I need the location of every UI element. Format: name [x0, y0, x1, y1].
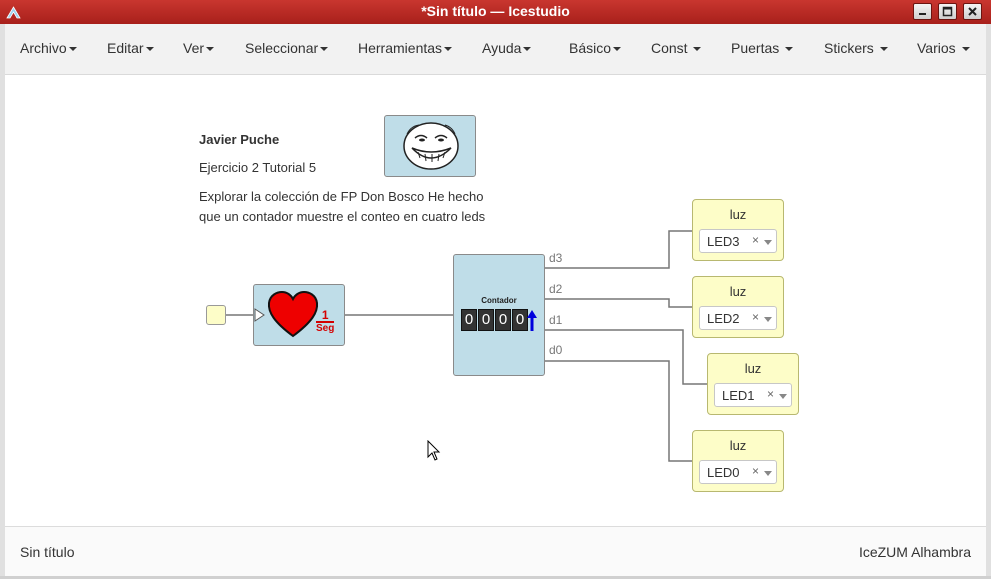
pin-select-value: LED2: [707, 311, 740, 326]
pin-select-value: LED3: [707, 234, 740, 249]
port-d2: d2: [549, 282, 563, 296]
status-board[interactable]: IceZUM Alhambra: [859, 544, 971, 560]
pin-select[interactable]: LED0 ×: [699, 460, 777, 484]
dropdown-arrow-icon: [779, 394, 787, 399]
status-bar: Sin título IceZUM Alhambra: [5, 526, 986, 577]
output-label: luz: [729, 438, 747, 453]
output-led2-block[interactable]: luz LED2 ×: [692, 276, 784, 338]
port-d0: d0: [549, 343, 563, 357]
pin-select[interactable]: LED3 ×: [699, 229, 777, 253]
dropdown-arrow-icon: [764, 240, 772, 245]
note-subtitle: Ejercicio 2 Tutorial 5: [199, 160, 317, 175]
wire-d0: [545, 360, 693, 462]
port-d1: d1: [549, 313, 563, 327]
note-author: Javier Puche: [199, 132, 280, 147]
pin-select[interactable]: LED2 ×: [699, 306, 777, 330]
heartbeat-rate: 1 Seg: [316, 309, 335, 335]
clear-icon[interactable]: ×: [767, 387, 774, 401]
mouse-cursor-icon: [427, 440, 441, 461]
wire-d3: [545, 230, 693, 269]
input-pin[interactable]: [206, 305, 226, 325]
output-label: luz: [729, 207, 747, 222]
dropdown-arrow-icon: [764, 471, 772, 476]
dropdown-arrow-icon: [764, 317, 772, 322]
counter-digit: 0: [495, 309, 511, 331]
troll-face-icon: [403, 122, 459, 170]
output-label: luz: [744, 361, 762, 376]
wire-d1: [545, 329, 708, 385]
heartbeat-block[interactable]: 1 Seg: [253, 284, 345, 346]
arrow-up-icon: [527, 310, 537, 331]
fraction-denominator: Seg: [316, 323, 335, 334]
clear-icon[interactable]: ×: [752, 464, 759, 478]
port-d3: d3: [549, 251, 563, 265]
pin-select-value: LED0: [707, 465, 740, 480]
counter-block[interactable]: Contador 0000: [453, 254, 545, 376]
output-led0-block[interactable]: luz LED0 ×: [692, 430, 784, 492]
counter-digit: 0: [478, 309, 494, 331]
output-led3-block[interactable]: luz LED3 ×: [692, 199, 784, 261]
heart-icon: [267, 290, 319, 338]
output-label: luz: [729, 284, 747, 299]
image-block[interactable]: [384, 115, 476, 177]
status-filename: Sin título: [20, 544, 75, 560]
clear-icon[interactable]: ×: [752, 233, 759, 247]
clear-icon[interactable]: ×: [752, 310, 759, 324]
wire-d2: [545, 298, 693, 308]
counter-digit: 0: [461, 309, 477, 331]
fraction-numerator: 1: [316, 309, 335, 323]
pin-select-value: LED1: [722, 388, 755, 403]
counter-digits: 0000: [461, 309, 528, 331]
note-description: Explorar la colección de FP Don Bosco He…: [199, 189, 486, 224]
counter-title: Contador: [481, 296, 517, 305]
output-led1-block[interactable]: luz LED1 ×: [707, 353, 799, 415]
clock-input-triangle-icon: [254, 308, 265, 322]
pin-select[interactable]: LED1 ×: [714, 383, 792, 407]
